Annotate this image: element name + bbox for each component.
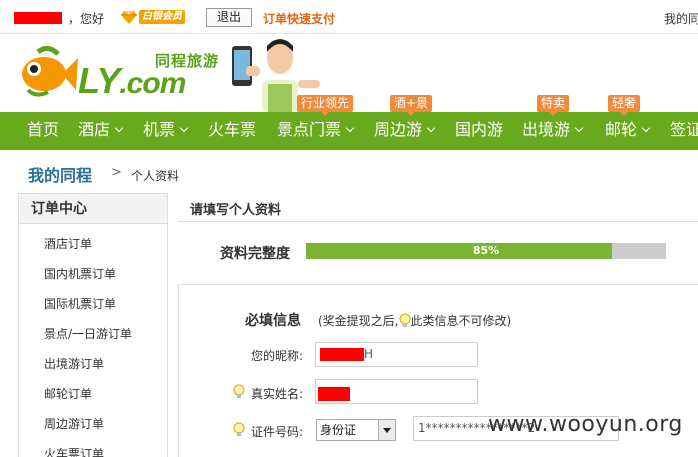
chevron-down-icon — [114, 123, 124, 133]
redacted-username — [14, 12, 62, 24]
sidebar-item-outbound-orders[interactable]: 出境游订单 — [19, 349, 167, 379]
nav-nearby-tours[interactable]: 周边游 — [374, 112, 436, 150]
realname-input[interactable] — [315, 379, 478, 404]
sidebar-item-domestic-flight-orders[interactable]: 国内机票订单 — [19, 259, 167, 289]
sidebar-item-intl-flight-orders[interactable]: 国际机票订单 — [19, 289, 167, 319]
progress-percent: 85% — [472, 244, 500, 257]
sidebar-list: 酒店订单 国内机票订单 国际机票订单 景点/一日游订单 出境游订单 邮轮订单 周… — [19, 224, 167, 457]
nav-cruise[interactable]: 邮轮 — [605, 112, 651, 150]
logout-button[interactable]: 退出 — [206, 8, 252, 27]
sidebar-item-train-orders[interactable]: 火车票订单 — [19, 439, 167, 457]
promo-tag-hotel-plus-attraction: 酒+景 — [390, 95, 433, 116]
section-header: 请填写个人资料 — [178, 193, 698, 222]
note-prefix: (奖金提现之后, — [318, 314, 399, 328]
sidebar-item-cruise-orders[interactable]: 邮轮订单 — [19, 379, 167, 409]
redacted-realname — [318, 387, 350, 401]
breadcrumb-my-trip[interactable]: 我的同程 — [28, 162, 92, 186]
chevron-down-icon[interactable] — [378, 420, 395, 440]
required-info-note: (奖金提现之后, 此类信息不可修改) — [318, 312, 511, 329]
redacted-nickname — [320, 348, 364, 361]
lightbulb-icon — [399, 313, 411, 329]
completeness-label: 资料完整度 — [220, 246, 290, 262]
nickname-suffix: H — [364, 347, 374, 361]
nav-visa[interactable]: 签证 — [670, 112, 698, 150]
nav-train[interactable]: 火车票 — [208, 112, 256, 150]
sidebar-title: 订单中心 — [19, 194, 167, 224]
promo-tag-flash-sale: 特卖 — [537, 95, 570, 116]
nav-outbound-tours[interactable]: 出境游 — [522, 112, 584, 150]
breadcrumb-current: 个人资料 — [131, 169, 180, 183]
note-suffix: 此类信息不可修改) — [410, 314, 512, 328]
watermark: www.wooyun.org — [488, 412, 683, 437]
nav-home[interactable]: 首页 — [27, 112, 59, 150]
vip-label: 白银会员 — [139, 10, 185, 24]
diamond-icon — [121, 10, 137, 24]
nav-flights[interactable]: 机票 — [143, 112, 189, 150]
sidebar-item-hotel-orders[interactable]: 酒店订单 — [19, 229, 167, 259]
nav-hotel[interactable]: 酒店 — [78, 112, 124, 150]
sidebar-item-attraction-orders[interactable]: 景点/一日游订单 — [19, 319, 167, 349]
my-trip-link[interactable]: 我的同程 — [664, 10, 698, 27]
greeting-text: ，您好 — [68, 12, 105, 26]
nickname-label: 您的昵称: — [251, 349, 304, 363]
id-type-value: 身份证 — [320, 423, 357, 437]
lightbulb-icon — [233, 422, 245, 438]
lightbulb-icon — [233, 384, 245, 400]
chevron-down-icon — [345, 123, 355, 133]
chevron-down-icon — [426, 123, 436, 133]
fish-logo-icon — [18, 44, 78, 103]
nav-domestic-tours[interactable]: 国内游 — [455, 112, 503, 150]
logo-chinese-name: 同程旅游 — [155, 52, 220, 70]
completeness-progress-bar: 85% — [306, 243, 666, 259]
promo-tag-light-luxury: 轻奢 — [608, 95, 641, 116]
breadcrumb-separator: > — [111, 165, 122, 180]
realname-label: 真实姓名: — [251, 387, 304, 401]
sidebar-item-nearby-orders[interactable]: 周边游订单 — [19, 409, 167, 439]
chevron-down-icon — [574, 123, 584, 133]
chevron-down-icon — [641, 123, 651, 133]
quick-pay-link[interactable]: 订单快速支付 — [263, 10, 335, 27]
id-type-select[interactable]: 身份证 — [316, 419, 396, 441]
site-logo[interactable]: LY.com 同程旅游 — [18, 44, 228, 103]
nickname-input[interactable]: H — [315, 342, 478, 367]
main-nav: 首页 酒店 机票 火车票 景点门票 周边游 国内游 出境游 邮轮 签证 — [0, 112, 698, 150]
chevron-down-icon — [179, 123, 189, 133]
sidebar: 订单中心 酒店订单 国内机票订单 国际机票订单 景点/一日游订单 出境游订单 邮… — [18, 193, 168, 457]
vip-badge[interactable]: 白银会员 — [121, 9, 197, 25]
nav-attractions[interactable]: 景点门票 — [277, 112, 355, 150]
section-title: 请填写个人资料 — [190, 203, 282, 218]
id-label: 证件号码: — [251, 425, 304, 439]
required-info-title: 必填信息 — [245, 313, 301, 329]
promo-tag-industry-leading: 行业领先 — [297, 95, 354, 116]
top-bar: ，您好 白银会员 退出 订单快速支付 我的同程 — [0, 0, 698, 34]
